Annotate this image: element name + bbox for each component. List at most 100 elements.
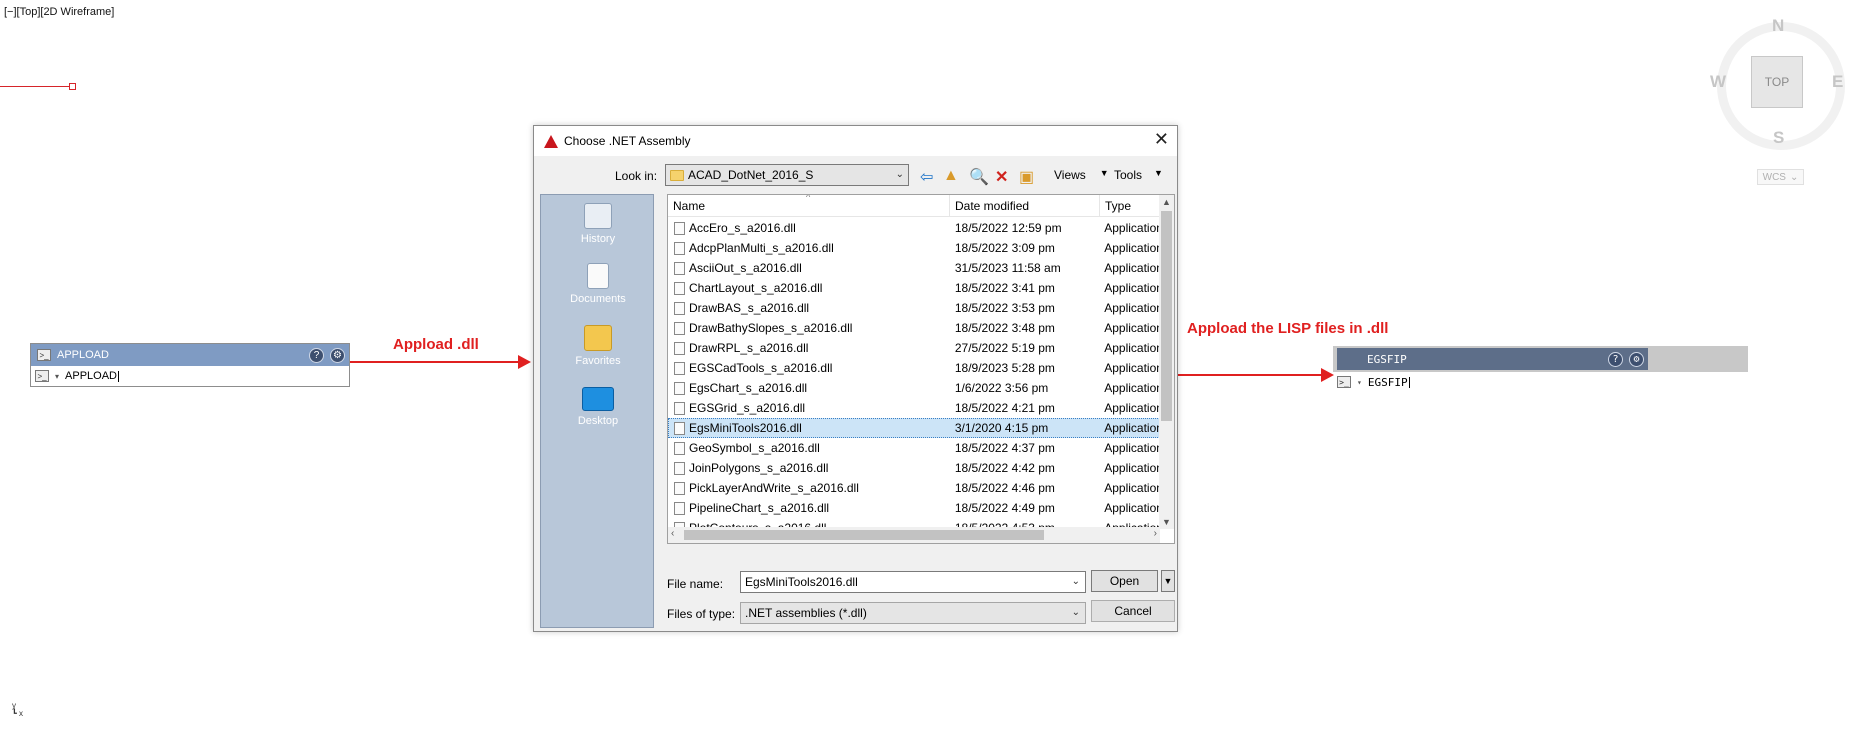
close-icon[interactable]: ✕ — [1154, 129, 1169, 150]
file-name-input[interactable]: EgsMiniTools2016.dll ⌄ — [740, 571, 1086, 593]
dll-file-icon — [674, 481, 685, 495]
file-name-text: PipelineChart_s_a2016.dll — [689, 501, 830, 515]
viewport-controls-label[interactable]: [−][Top][2D Wireframe] — [4, 6, 114, 18]
new-folder-icon[interactable]: ▣ — [1019, 167, 1034, 187]
file-date-cell: 3/1/2020 4:15 pm — [954, 421, 1049, 435]
scroll-thumb[interactable] — [684, 530, 1044, 540]
chevron-down-icon[interactable]: ⌄ — [1072, 576, 1080, 587]
help-icon[interactable]: ? — [309, 347, 324, 363]
dll-file-icon — [674, 241, 685, 255]
scroll-right-icon[interactable]: › — [1154, 528, 1157, 539]
command-line-egsfip[interactable]: EGSFIP ? ⚙ >_ ▾ EGSFIP — [1333, 346, 1748, 392]
file-row[interactable]: PickLayerAndWrite_s_a2016.dll 18/5/2022 4… — [668, 478, 1160, 498]
file-name-text: DrawBAS_s_a2016.dll — [689, 301, 810, 315]
settings-icon[interactable]: ⚙ — [1629, 351, 1644, 367]
file-row[interactable]: DrawBAS_s_a2016.dll 18/5/2022 3:53 pm Appl… — [668, 298, 1160, 318]
compass-north[interactable]: N — [1772, 16, 1784, 36]
text-cursor — [117, 370, 119, 382]
command-prompt-icon[interactable]: >_ — [35, 370, 49, 382]
tools-menu[interactable]: Tools ▼ — [1114, 168, 1163, 182]
file-row[interactable]: JoinPolygons_s_a2016.dll 18/5/2022 4:42 p… — [668, 458, 1160, 478]
scroll-thumb[interactable] — [1161, 211, 1172, 421]
chevron-down-icon: ⌄ — [895, 169, 904, 180]
file-name-value: EgsMiniTools2016.dll — [745, 575, 858, 589]
file-date-cell: 18/5/2022 3:09 pm — [954, 241, 1055, 255]
file-row[interactable]: EGSGrid_s_a2016.dll 18/5/2022 4:21 pm Appl… — [668, 398, 1160, 418]
scroll-down-icon[interactable]: ▼ — [1162, 517, 1171, 527]
command-prompt-icon[interactable]: >_ — [1337, 376, 1351, 388]
arrow-right-icon — [518, 355, 531, 369]
file-name-cell: EGSCadTools_s_a2016.dll — [669, 361, 950, 375]
file-row[interactable]: DrawRPL_s_a2016.dll 27/5/2022 5:19 pm Appl… — [668, 338, 1160, 358]
column-header-type[interactable]: Type — [1100, 195, 1160, 216]
file-row[interactable]: DrawBathySlopes_s_a2016.dll 18/5/2022 3:4… — [668, 318, 1160, 338]
views-menu[interactable]: Views ▼ — [1054, 168, 1109, 182]
up-folder-icon[interactable]: ▲ — [943, 167, 959, 185]
column-header-date[interactable]: Date modified — [950, 195, 1100, 216]
file-row[interactable]: ChartLayout_s_a2016.dll 18/5/2022 3:41 pm… — [668, 278, 1160, 298]
file-type-cell: Application — [1104, 341, 1159, 355]
scroll-left-icon[interactable]: ‹ — [671, 528, 674, 539]
dll-file-icon — [674, 401, 685, 415]
search-web-icon[interactable]: 🔍 — [969, 167, 989, 187]
horizontal-scrollbar[interactable]: ‹ › — [668, 527, 1160, 543]
place-favorites[interactable]: Favorites — [541, 325, 655, 367]
file-list-header: Name ^ Date modified Type — [668, 195, 1160, 217]
back-icon[interactable]: ⇦ — [920, 167, 933, 187]
cancel-button[interactable]: Cancel — [1091, 600, 1175, 622]
place-documents[interactable]: Documents — [541, 263, 655, 305]
command-line-appload[interactable]: >_ APPLOAD ? ⚙ >_ ▾ APPLOAD — [30, 343, 350, 387]
place-desktop[interactable]: Desktop — [541, 387, 655, 427]
scroll-up-icon[interactable]: ▲ — [1162, 197, 1171, 207]
file-type-cell: Application — [1104, 321, 1159, 335]
file-date-cell: 18/5/2022 4:46 pm — [954, 481, 1055, 495]
file-type-cell: Application — [1104, 481, 1159, 495]
file-date-cell: 18/5/2022 3:48 pm — [954, 321, 1055, 335]
command-input-text: APPLOAD — [65, 370, 117, 382]
command-input[interactable]: EGSFIP — [1368, 376, 1410, 389]
file-list[interactable]: Name ^ Date modified Type AccEro_s_a2016… — [667, 194, 1175, 544]
wcs-menu[interactable]: WCS ⌄ — [1757, 169, 1804, 185]
compass-east[interactable]: E — [1832, 72, 1843, 92]
file-type-cell: Application — [1104, 381, 1159, 395]
file-type-cell: Application — [1104, 441, 1159, 455]
file-row[interactable]: EgsMiniTools2016.dll 3/1/2020 4:15 pm Appl… — [668, 418, 1160, 438]
look-in-select[interactable]: ACAD_DotNet_2016_S ⌄ — [665, 164, 909, 186]
place-history[interactable]: History — [541, 203, 655, 245]
file-row[interactable]: EgsChart_s_a2016.dll 1/6/2022 3:56 pm Appl… — [668, 378, 1160, 398]
dialog-title-bar[interactable]: Choose .NET Assembly ✕ — [534, 126, 1177, 156]
chevron-down-icon[interactable]: ▾ — [55, 372, 59, 381]
delete-icon[interactable]: ✕ — [995, 167, 1008, 187]
line-grip[interactable] — [69, 83, 76, 90]
column-header-name[interactable]: Name ^ — [668, 195, 950, 216]
file-date-cell: 1/6/2022 3:56 pm — [954, 381, 1049, 395]
file-row[interactable]: AsciiOut_s_a2016.dll 31/5/2023 11:58 am Ap… — [668, 258, 1160, 278]
command-input[interactable]: APPLOAD — [65, 370, 119, 382]
text-cursor — [1408, 377, 1410, 388]
views-label: Views — [1054, 168, 1086, 182]
file-type-select[interactable]: .NET assemblies (*.dll) ⌄ — [740, 602, 1086, 624]
compass-west[interactable]: W — [1710, 72, 1726, 92]
ucs-axis-icon: y ┗ x — [12, 701, 24, 718]
file-row[interactable]: EGSCadTools_s_a2016.dll 18/9/2023 5:28 pm… — [668, 358, 1160, 378]
file-date-cell: 18/5/2022 4:42 pm — [954, 461, 1055, 475]
open-button[interactable]: Open — [1091, 570, 1158, 592]
command-input-row[interactable]: >_ ▾ APPLOAD — [31, 366, 349, 386]
viewcube-top-face[interactable]: TOP — [1751, 56, 1803, 108]
open-options-dropdown[interactable]: ▼ — [1161, 570, 1175, 592]
settings-icon[interactable]: ⚙ — [330, 347, 345, 363]
chevron-down-icon[interactable]: ▾ — [1357, 378, 1362, 387]
help-icon[interactable]: ? — [1608, 351, 1623, 367]
file-row[interactable]: PipelineChart_s_a2016.dll 18/5/2022 4:49 … — [668, 498, 1160, 518]
compass-south[interactable]: S — [1773, 128, 1784, 148]
file-row[interactable]: AccEro_s_a2016.dll 18/5/2022 12:59 pm Appl… — [668, 218, 1160, 238]
file-row[interactable]: AdcpPlanMulti_s_a2016.dll 18/5/2022 3:09 … — [668, 238, 1160, 258]
tools-label: Tools — [1114, 168, 1143, 182]
vertical-scrollbar[interactable]: ▲ ▼ — [1159, 195, 1174, 529]
file-name-text: DrawBathySlopes_s_a2016.dll — [689, 321, 853, 335]
command-title: EGSFIP — [1367, 352, 1407, 366]
file-row[interactable]: GeoSymbol_s_a2016.dll 18/5/2022 4:37 pm Ap… — [668, 438, 1160, 458]
dll-file-icon — [674, 381, 685, 395]
dll-file-icon — [674, 301, 685, 315]
command-input-row[interactable]: >_ ▾ EGSFIP — [1333, 372, 1748, 392]
